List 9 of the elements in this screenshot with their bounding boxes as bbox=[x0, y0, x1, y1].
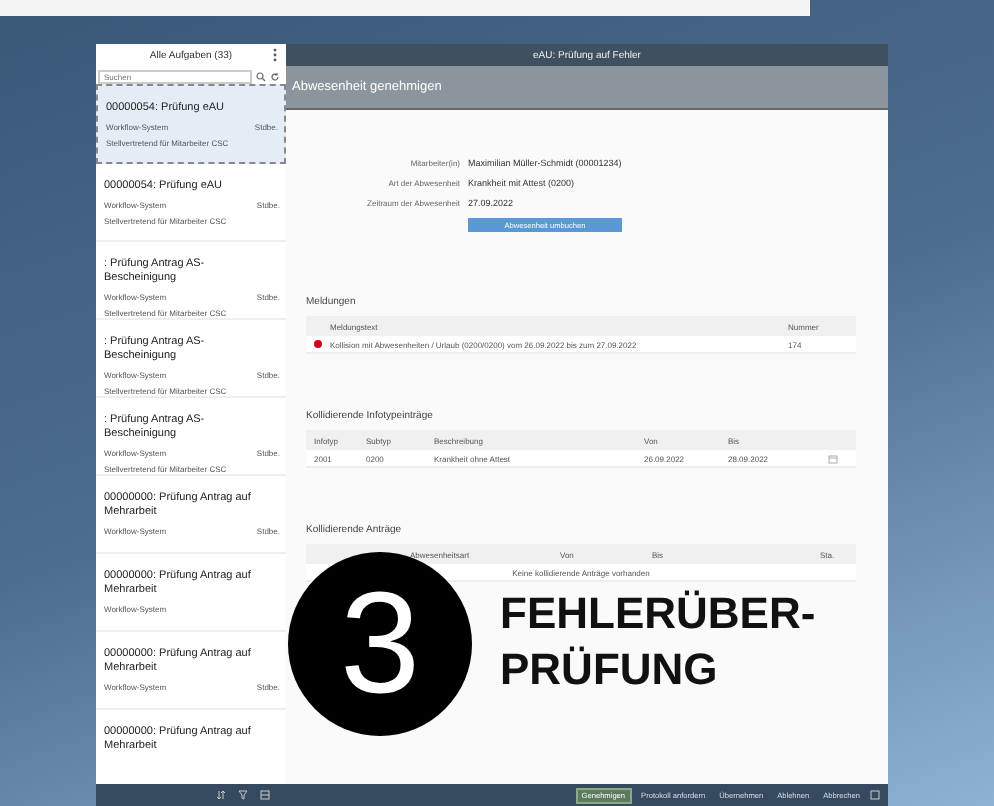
group-icon[interactable] bbox=[260, 790, 270, 800]
overflow-icon[interactable] bbox=[870, 790, 880, 800]
step-title: PRÜFUNG bbox=[500, 646, 720, 695]
sort-icon[interactable] bbox=[216, 790, 226, 800]
refresh-icon[interactable] bbox=[270, 71, 280, 81]
search-icon[interactable] bbox=[256, 71, 266, 81]
step-title: FEHLERÜBER- bbox=[500, 589, 816, 638]
filter-icon[interactable] bbox=[238, 790, 248, 800]
more-icon[interactable] bbox=[272, 48, 278, 62]
